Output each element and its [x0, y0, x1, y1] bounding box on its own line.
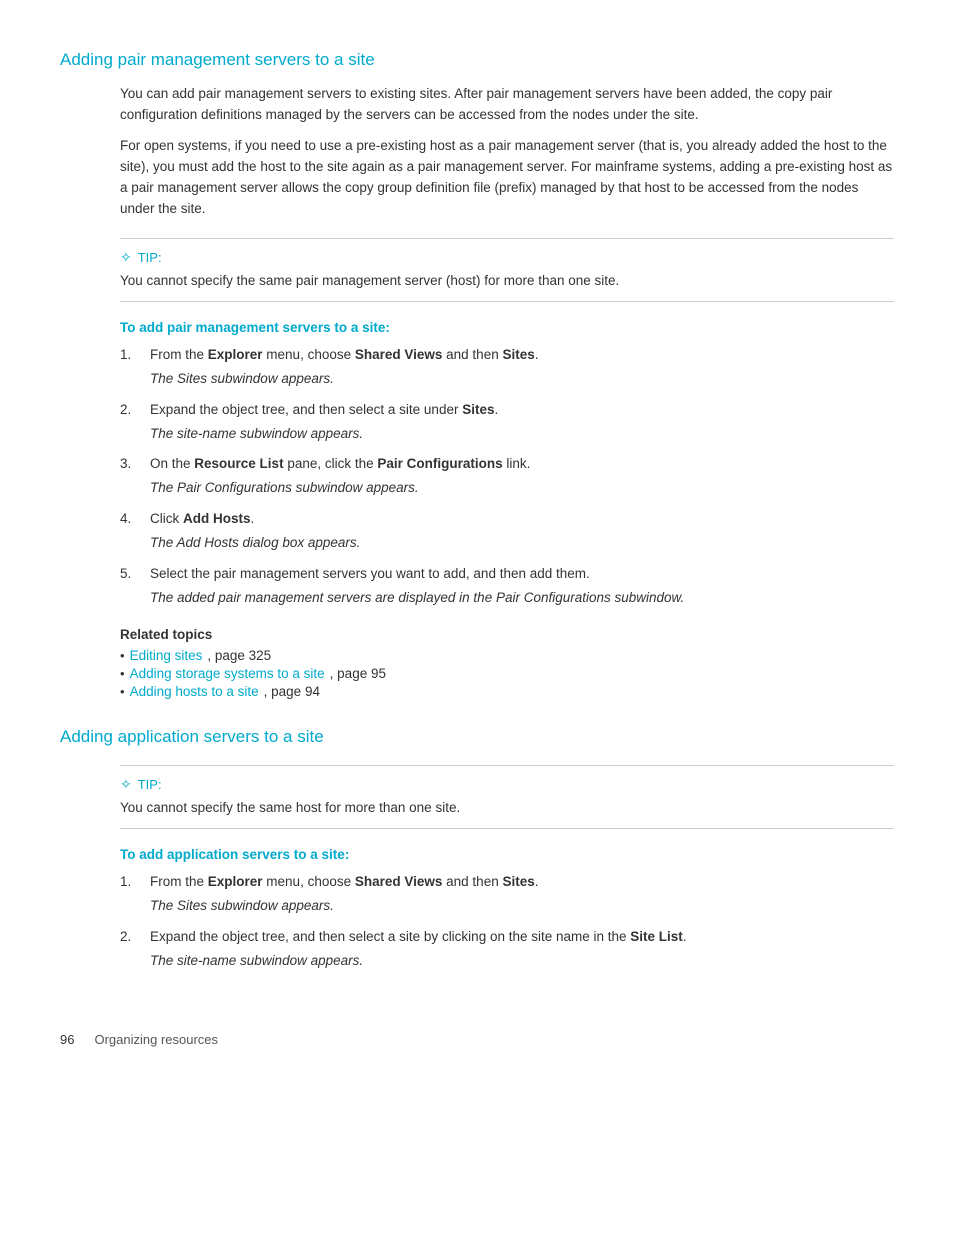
section-title-pair-management: Adding pair management servers to a site	[60, 50, 894, 70]
steps-application: 1. From the Explorer menu, choose Shared…	[120, 872, 894, 972]
step-num-2: 2.	[120, 400, 150, 445]
app-step-note-2: The site-name subwindow appears.	[150, 951, 894, 972]
step-4: 4. Click Add Hosts. The Add Hosts dialog…	[120, 509, 894, 554]
step-note-4: The Add Hosts dialog box appears.	[150, 533, 894, 554]
tip-box-pair-management: ✧ TIP: You cannot specify the same pair …	[120, 238, 894, 302]
step-content-4: Click Add Hosts. The Add Hosts dialog bo…	[150, 509, 894, 554]
step-num-1: 1.	[120, 345, 150, 390]
step-2: 2. Expand the object tree, and then sele…	[120, 400, 894, 445]
step-content-3: On the Resource List pane, click the Pai…	[150, 454, 894, 499]
step-content-2: Expand the object tree, and then select …	[150, 400, 894, 445]
step-num-5: 5.	[120, 564, 150, 609]
section-title-application-servers: Adding application servers to a site	[60, 727, 894, 747]
tip-label-text: TIP:	[138, 250, 162, 265]
related-topics: Related topics Editing sites, page 325 A…	[120, 627, 894, 699]
related-link-hosts[interactable]: Adding hosts to a site	[130, 684, 259, 699]
step-note-2: The site-name subwindow appears.	[150, 424, 894, 445]
tip-text-pair-management: You cannot specify the same pair managem…	[120, 271, 894, 291]
app-step-2: 2. Expand the object tree, and then sele…	[120, 927, 894, 972]
app-step-1: 1. From the Explorer menu, choose Shared…	[120, 872, 894, 917]
step-num-3: 3.	[120, 454, 150, 499]
app-step-content-2: Expand the object tree, and then select …	[150, 927, 894, 972]
tip-label-application: ✧ TIP:	[120, 776, 894, 793]
app-step-note-1: The Sites subwindow appears.	[150, 896, 894, 917]
step-num-4: 4.	[120, 509, 150, 554]
app-step-content-1: From the Explorer menu, choose Shared Vi…	[150, 872, 894, 917]
list-item: Adding storage systems to a site, page 9…	[120, 666, 894, 681]
step-note-1: The Sites subwindow appears.	[150, 369, 894, 390]
step-note-3: The Pair Configurations subwindow appear…	[150, 478, 894, 499]
step-content-1: From the Explorer menu, choose Shared Vi…	[150, 345, 894, 390]
step-3: 3. On the Resource List pane, click the …	[120, 454, 894, 499]
related-link-storage-systems[interactable]: Adding storage systems to a site	[130, 666, 325, 681]
steps-pair-management: 1. From the Explorer menu, choose Shared…	[120, 345, 894, 609]
list-item: Adding hosts to a site, page 94	[120, 684, 894, 699]
tip-text-application: You cannot specify the same host for mor…	[120, 798, 894, 818]
intro-para-1: You can add pair management servers to e…	[120, 84, 894, 126]
tip-label-text-2: TIP:	[138, 777, 162, 792]
section-application-servers: Adding application servers to a site ✧ T…	[60, 727, 894, 972]
footer-section-label: Organizing resources	[94, 1032, 218, 1047]
page-content: Adding pair management servers to a site…	[0, 0, 954, 1107]
tip-box-application-servers: ✧ TIP: You cannot specify the same host …	[120, 765, 894, 829]
step-5: 5. Select the pair management servers yo…	[120, 564, 894, 609]
related-link-editing-sites[interactable]: Editing sites	[130, 648, 203, 663]
tip-label-pair-management: ✧ TIP:	[120, 249, 894, 266]
app-step-num-1: 1.	[120, 872, 150, 917]
related-topics-title: Related topics	[120, 627, 894, 642]
related-topics-list: Editing sites, page 325 Adding storage s…	[120, 648, 894, 699]
procedure-title-application: To add application servers to a site:	[120, 847, 894, 862]
section-pair-management: Adding pair management servers to a site…	[60, 50, 894, 699]
intro-para-2: For open systems, if you need to use a p…	[120, 136, 894, 220]
step-content-5: Select the pair management servers you w…	[150, 564, 894, 609]
step-1: 1. From the Explorer menu, choose Shared…	[120, 345, 894, 390]
footer: 96 Organizing resources	[60, 1032, 894, 1047]
procedure-title-pair-management: To add pair management servers to a site…	[120, 320, 894, 335]
tip-icon-2: ✧	[120, 776, 132, 793]
list-item: Editing sites, page 325	[120, 648, 894, 663]
step-note-5: The added pair management servers are di…	[150, 588, 894, 609]
app-step-num-2: 2.	[120, 927, 150, 972]
tip-icon: ✧	[120, 249, 132, 266]
footer-page-number: 96	[60, 1032, 74, 1047]
